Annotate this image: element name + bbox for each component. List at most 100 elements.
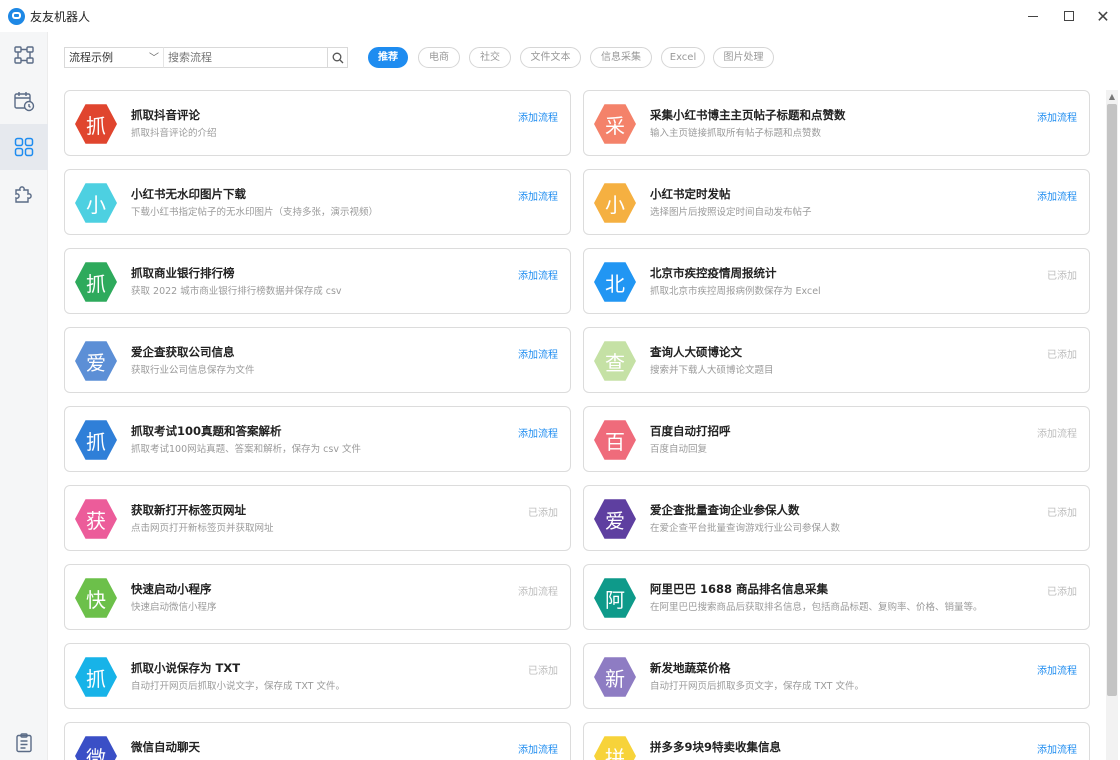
card-description: 自动打开网页后抓取小说文字，保存成 TXT 文件。 [131,681,345,692]
sidebar-item-schedule[interactable] [0,78,48,124]
template-card[interactable]: 抓抓取考试100真题和答案解析 抓取考试100网站真题、答案和解析，保存为 csv… [64,406,571,472]
template-card[interactable]: 小小红书定时发帖选择图片后按照设定时间自动发布帖子 添加流程 [583,169,1090,235]
card-title: 抓取考试100真题和答案解析 [131,424,282,438]
card-title: 快速启动小程序 [131,582,212,596]
template-card[interactable]: 抓抓取小说保存为 TXT 自动打开网页后抓取小说文字，保存成 TXT 文件。 已添加 [64,643,571,709]
card-hexagon-icon: 阿 [594,578,636,618]
card-description: 抓取北京市疾控周报病例数保存为 Excel [650,286,821,297]
card-title: 新发地蔬菜价格 [650,661,731,675]
robot-logo-icon [8,8,25,25]
template-card[interactable]: 抓抓取抖音评论抓取抖音评论的介绍 添加流程 [64,90,571,156]
template-card[interactable]: 获获取新打开标签页网址 点击网页打开新标签页并获取网址 已添加 [64,485,571,551]
added-label: 已添加 [1047,587,1077,598]
sidebar-item-logs[interactable] [0,720,48,760]
card-hexagon-icon: 抓 [75,657,117,697]
card-title: 抓取小说保存为 TXT [131,661,241,675]
add-flow-button[interactable]: 添加流程 [1037,741,1077,756]
card-title: 爱企查获取公司信息 [131,345,235,359]
template-card[interactable]: 采采集小红书博主主页帖子标题和点赞数 输入主页链接抓取所有帖子标题和点赞数 添加流程 [583,90,1090,156]
add-flow-button[interactable]: 添加流程 [518,346,558,361]
grid-apps-icon [14,137,34,157]
card-hexagon-icon: 快 [75,578,117,618]
tag-file-text[interactable]: 文件文本 [520,47,581,68]
puzzle-icon [15,186,32,203]
card-description: 抓取抖音评论的介绍 [131,128,217,139]
template-card[interactable]: 微微信自动聊天 添加流程 [64,722,571,760]
card-description: 下载小红书指定帖子的无水印图片（支持多张，演示视频） [131,207,379,218]
app-title: 友友机器人 [30,10,91,24]
template-card[interactable]: 小小红书无水印图片下载 下载小红书指定帖子的无水印图片（支持多张，演示视频） 添加流… [64,169,571,235]
scroll-up-icon[interactable]: ▲ [1106,90,1118,102]
card-title: 小红书无水印图片下载 [131,187,246,201]
card-description: 在爱企查平台批量查询游戏行业公司参保人数 [650,523,841,534]
card-description: 百度自动回复 [650,444,708,455]
card-title: 小红书定时发帖 [650,187,731,201]
tag-recommend[interactable]: 推荐 [368,47,408,68]
added-label: 已添加 [1047,508,1077,519]
category-select-value: 流程示例 [69,51,113,64]
add-flow-button[interactable]: 添加流程 [518,741,558,756]
card-description: 输入主页链接抓取所有帖子标题和点赞数 [650,128,822,139]
calendar-clock-icon [14,92,35,112]
maximize-icon [1064,11,1074,21]
card-title: 抓取抖音评论 [131,108,200,122]
search-icon [332,52,343,63]
template-card[interactable]: 爱爱企查批量查询企业参保人数 在爱企查平台批量查询游戏行业公司参保人数 已添加 [583,485,1090,551]
card-description: 在阿里巴巴搜索商品后获取排名信息，包括商品标题、复购率、价格、销量等。 [650,602,983,613]
sidebar-item-templates[interactable] [0,124,48,170]
maximize-button[interactable] [1054,4,1084,28]
card-description: 选择图片后按照设定时间自动发布帖子 [650,207,812,218]
add-flow-button[interactable]: 添加流程 [1037,188,1077,203]
sidebar-item-plugins[interactable] [0,170,48,216]
template-card[interactable]: 抓抓取商业银行排行榜 获取 2022 城市商业银行排行榜数据并保存成 csv 添加流… [64,248,571,314]
card-hexagon-icon: 小 [594,183,636,223]
search-input[interactable] [163,47,328,68]
add-flow-button[interactable]: 添加流程 [518,267,558,282]
template-card[interactable]: 北北京市疾控疫情周报统计 抓取北京市疾控周报病例数保存为 Excel 已添加 [583,248,1090,314]
template-card[interactable]: 查查询人大硕博论文 搜索并下载人大硕博论文题目 已添加 [583,327,1090,393]
close-button[interactable]: ✕ [1088,4,1118,28]
tag-social[interactable]: 社交 [469,47,511,68]
template-card[interactable]: 新新发地蔬菜价格 自动打开网页后抓取多页文字，保存成 TXT 文件。 添加流程 [583,643,1090,709]
clipboard-icon [16,733,32,753]
added-label: 添加流程 [518,587,558,598]
add-flow-button[interactable]: 添加流程 [1037,662,1077,677]
template-card[interactable]: 拼拼多多9块9特卖收集信息 添加流程 [583,722,1090,760]
card-hexagon-icon: 微 [75,736,117,760]
card-hexagon-icon: 新 [594,657,636,697]
flow-diagram-icon [14,46,34,64]
template-card[interactable]: 爱爱企查获取公司信息 获取行业公司信息保存为文件 添加流程 [64,327,571,393]
close-icon: ✕ [1096,6,1110,26]
sidebar-item-flows[interactable] [0,32,48,78]
template-card[interactable]: 快快速启动小程序 快速启动微信小程序 添加流程 [64,564,571,630]
tag-info-collect[interactable]: 信息采集 [590,47,652,68]
add-flow-button[interactable]: 添加流程 [518,188,558,203]
scrollbar-thumb[interactable] [1107,104,1117,696]
card-title: 百度自动打招呼 [650,424,731,438]
card-hexagon-icon: 获 [75,499,117,539]
add-flow-button[interactable]: 添加流程 [1037,109,1077,124]
category-select[interactable]: 流程示例 ﹀ [64,47,163,68]
added-label: 已添加 [1047,350,1077,361]
card-hexagon-icon: 抓 [75,104,117,144]
card-description: 点击网页打开新标签页并获取网址 [131,523,274,534]
search-button[interactable] [327,47,348,68]
template-grid: 抓抓取抖音评论 抓取抖音评论的介绍 添加流程采采集小红书博主主页帖子标题和点赞数 输入… [48,80,1104,760]
add-flow-button[interactable]: 添加流程 [518,109,558,124]
add-flow-button[interactable]: 添加流程 [518,425,558,440]
card-hexagon-icon: 抓 [75,262,117,302]
card-title: 采集小红书博主主页帖子标题和点赞数 [650,108,846,122]
card-hexagon-icon: 北 [594,262,636,302]
card-hexagon-icon: 百 [594,420,636,460]
card-description: 抓取考试100网站真题、答案和解析，保存为 csv 文件 [131,444,361,455]
tag-excel[interactable]: Excel [661,47,705,68]
card-hexagon-icon: 采 [594,104,636,144]
card-title: 获取新打开标签页网址 [131,503,246,517]
minimize-button[interactable] [1018,4,1048,28]
card-title: 阿里巴巴 1688 商品排名信息采集 [650,582,829,596]
tag-image[interactable]: 图片处理 [713,47,774,68]
template-card[interactable]: 百百度自动打招呼 百度自动回复 添加流程 [583,406,1090,472]
template-card[interactable]: 阿阿里巴巴 1688 商品排名信息采集在阿里巴巴搜索商品后获取排名信息，包括商品… [583,564,1090,630]
tag-ecommerce[interactable]: 电商 [418,47,460,68]
sidebar [0,32,48,760]
